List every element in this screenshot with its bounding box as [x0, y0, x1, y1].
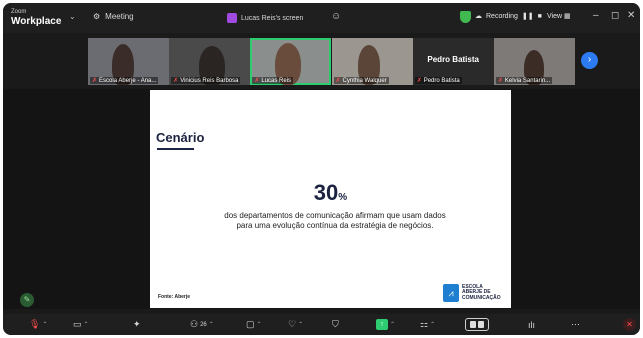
participant-name: ✗ Cynthia Walquer [333, 77, 389, 84]
mic-muted-icon: ✗ [497, 78, 503, 84]
slide-source: Fonte: Aberje [158, 294, 191, 300]
emoji-icon[interactable]: ☺ [331, 11, 341, 22]
chevron-up-icon[interactable]: ⌃ [209, 321, 214, 328]
zoom-window: Zoom Workplace ⌄ ⚙ Meeting Lucas Reis's … [3, 3, 640, 335]
slide-statistic: 30% [150, 180, 511, 206]
participant-tile[interactable]: ✗ Escola Aberje - Ana... [88, 38, 169, 85]
shield-icon: ⛉ [332, 319, 339, 329]
mic-muted-icon: ✗ [92, 78, 98, 84]
mic-muted-icon: ✗ [254, 78, 260, 84]
apps-icon: ⚏ [420, 319, 429, 329]
bar-chart-icon: ılı [528, 319, 536, 330]
leave-icon: ✕ [623, 318, 636, 331]
participant-name: ✗ Pedro Batista [414, 77, 462, 84]
share-label: Lucas Reis's screen [241, 14, 304, 22]
chat-icon: ▢ [246, 319, 255, 329]
heart-icon: ♡ [288, 319, 297, 329]
mic-muted-icon: ✗ [335, 78, 341, 84]
aberje-logo-text: ESCOLA ABERJE DE COMUNICAÇÃO [462, 283, 501, 301]
slide-title: Cenário [156, 130, 205, 145]
camera-off-icon: ▭ [73, 319, 82, 329]
leave-button[interactable]: ✕ [623, 318, 636, 331]
title-underline [157, 148, 194, 150]
stop-icon[interactable]: ■ [538, 13, 542, 20]
side-by-side-icon [465, 318, 489, 331]
participants-icon: ⚇ [190, 319, 199, 329]
slide-body-text: dos departamentos de comunicação afirmam… [224, 211, 446, 230]
recording-indicator[interactable]: ☁ Recording ❚❚ ■ [475, 12, 542, 21]
share-screen-icon [227, 13, 237, 23]
participant-name: ✗ Lucas Reis [252, 77, 294, 84]
sparkle-icon: ✦ [133, 319, 141, 329]
chevron-right-icon: › [587, 54, 592, 65]
close-icon[interactable]: ✕ [627, 10, 635, 21]
participant-name-placeholder: Pedro Batista [427, 55, 479, 64]
participant-name: ✗ Kelvia Santarin... [495, 77, 553, 84]
pen-icon: ✎ [23, 295, 31, 304]
share-screen-button[interactable]: ↑ ⌃ [376, 318, 395, 331]
statistic-value: 30 [313, 180, 339, 205]
mic-muted-icon: ✗ [416, 78, 422, 84]
annotate-pen-button[interactable]: ✎ [20, 293, 34, 307]
maximize-icon[interactable]: ◻ [611, 10, 619, 21]
cloud-icon: ☁ [475, 13, 482, 20]
chevron-up-icon[interactable]: ⌃ [390, 321, 395, 328]
app-brand[interactable]: Zoom Workplace [11, 8, 62, 27]
grid-icon: ▦ [564, 13, 571, 20]
view-button[interactable]: View ▦ [547, 12, 571, 20]
aberje-logo-mark: ⩘ [443, 284, 459, 302]
participant-tile[interactable]: ✗ Vinicius Reis Barbosa [169, 38, 251, 85]
mic-off-icon: 🎙︎ [29, 319, 41, 329]
participants-button[interactable]: ⚇ 26 ⌃ [190, 318, 214, 331]
shared-screen-area: Cenário 30% dos departamentos de comunic… [3, 89, 640, 309]
meeting-toolbar: 🎙︎ ⌃ ▭ ⌃ ✦ ⚇ 26 ⌃ ▢ ⌃ ♡ ⌃ ⛉ ↑ ⌃ ⚏ ⌃ ılı ⋯ ✕ [3, 314, 640, 335]
view-label: View [547, 13, 563, 20]
meeting-label: Meeting [105, 12, 134, 21]
ai-companion-button[interactable]: ✦ [133, 318, 141, 331]
apps-button[interactable]: ⚏ ⌃ [420, 318, 435, 331]
aberje-logo: ⩘ ESCOLA ABERJE DE COMUNICAÇÃO [443, 284, 501, 302]
participant-tile[interactable]: Pedro Batista ✗ Pedro Batista [412, 38, 494, 85]
mic-muted-icon: ✗ [173, 78, 179, 84]
recording-label: Recording [486, 12, 518, 20]
chevron-up-icon[interactable]: ⌃ [430, 321, 435, 328]
chat-button[interactable]: ▢ ⌃ [246, 318, 262, 331]
brand-big: Workplace [11, 16, 62, 27]
chevron-up-icon[interactable]: ⌃ [298, 321, 303, 328]
participant-tile[interactable]: ✗ Kelvia Santarin... [493, 38, 575, 85]
security-shield-icon[interactable] [460, 11, 471, 23]
gallery-next-button[interactable]: › [581, 52, 598, 69]
statistic-unit: % [338, 192, 348, 203]
more-icon: ⋯ [571, 319, 580, 329]
pause-icon[interactable]: ❚❚ [522, 12, 534, 20]
more-button[interactable]: ⋯ [571, 318, 580, 331]
chevron-up-icon[interactable]: ⌃ [257, 321, 262, 328]
share-arrow-icon: ↑ [376, 319, 388, 330]
chevron-down-icon[interactable]: ⌄ [69, 12, 76, 21]
participant-tile[interactable]: ✗ Cynthia Walquer [331, 38, 413, 85]
chevron-up-icon[interactable]: ⌃ [42, 321, 47, 328]
shared-slide: Cenário 30% dos departamentos de comunic… [150, 90, 511, 308]
mute-button[interactable]: 🎙︎ ⌃ [29, 318, 47, 331]
participant-gallery: ✗ Escola Aberje - Ana... ✗ Vinicius Reis B… [88, 38, 575, 85]
security-button[interactable]: ⛉ [332, 318, 339, 331]
meeting-menu[interactable]: ⚙ Meeting [93, 12, 134, 21]
layout-button[interactable] [465, 318, 489, 331]
participants-count: 26 [200, 321, 207, 328]
meeting-icon: ⚙ [93, 12, 101, 21]
chevron-up-icon[interactable]: ⌃ [84, 321, 89, 328]
screen-share-indicator[interactable]: Lucas Reis's screen [221, 10, 309, 26]
reactions-button[interactable]: ♡ ⌃ [288, 318, 303, 331]
minimize-icon[interactable]: – [593, 10, 599, 21]
title-bar: Zoom Workplace ⌄ ⚙ Meeting Lucas Reis's … [3, 3, 640, 33]
participant-name: ✗ Vinicius Reis Barbosa [171, 77, 241, 84]
participant-tile-active-speaker[interactable]: ✗ Lucas Reis [250, 38, 332, 85]
video-button[interactable]: ▭ ⌃ [73, 318, 89, 331]
participant-name: ✗ Escola Aberje - Ana... [90, 77, 159, 84]
stats-button[interactable]: ılı [528, 318, 535, 331]
